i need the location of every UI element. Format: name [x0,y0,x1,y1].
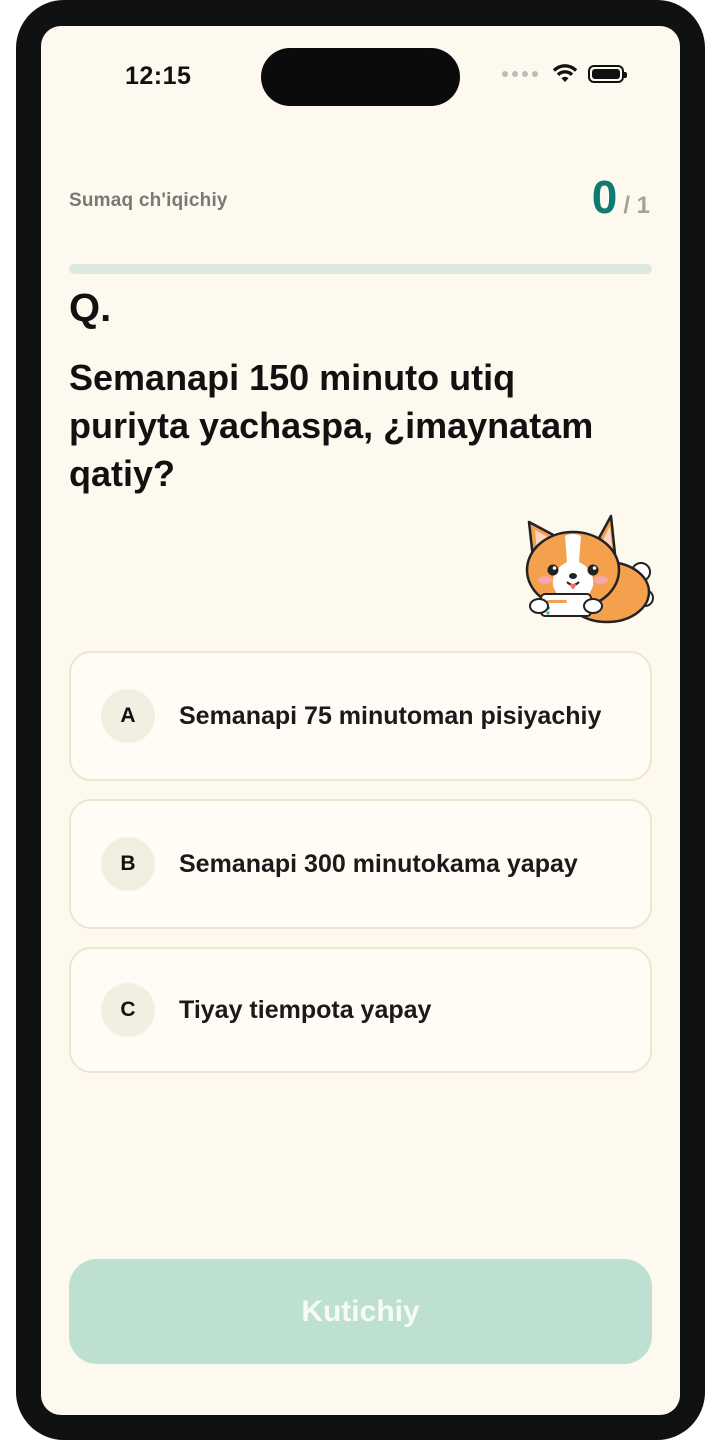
continue-button[interactable]: Kutichiy [69,1259,652,1364]
score-total: / 1 [623,192,650,219]
answer-option-c[interactable]: C Tiyay tiempota yapay [69,947,652,1073]
status-icons [502,64,627,84]
wifi-icon [552,64,578,84]
answer-option-b[interactable]: B Semanapi 300 minutokama yapay [69,799,652,929]
answer-text: Tiyay tiempota yapay [179,996,432,1024]
answer-option-a[interactable]: A Semanapi 75 minutoman pisiyachiy [69,651,652,781]
app-screen: 12:15 Sumaq ch'iqichiy 0 / 1 Q. Semanapi… [41,26,680,1415]
quiz-title: Sumaq ch'iqichiy [69,190,228,211]
dynamic-island [261,48,460,106]
question-marker: Q. [69,286,112,330]
answer-letter-badge: B [101,837,155,891]
answer-letter-badge: A [101,689,155,743]
question-text: Semanapi 150 minuto utiq puriyta yachasp… [69,357,594,494]
score-current: 0 [591,171,618,223]
progress-bar [69,264,652,274]
answer-letter-badge: C [101,983,155,1037]
status-time: 12:15 [125,62,192,90]
answer-text: Semanapi 75 minutoman pisiyachiy [179,702,602,730]
corgi-mascot-illustration [515,514,655,626]
answer-text: Semanapi 300 minutokama yapay [179,850,578,878]
score-counter: 0 / 1 [592,174,650,220]
battery-icon [588,65,627,83]
signal-dots-icon [502,71,538,77]
